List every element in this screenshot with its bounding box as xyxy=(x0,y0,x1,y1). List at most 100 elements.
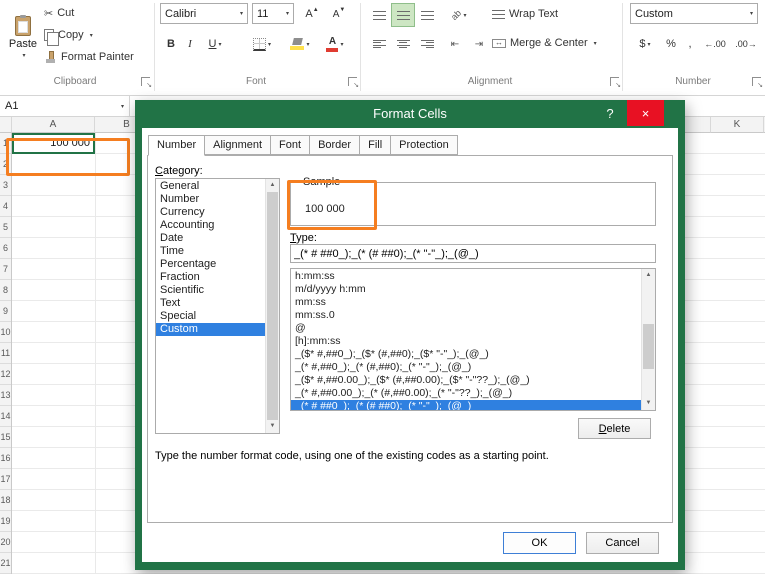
close-button[interactable]: × xyxy=(627,100,664,126)
top-align-button[interactable] xyxy=(368,4,390,26)
category-item[interactable]: Accounting xyxy=(156,219,265,232)
row-header[interactable]: 13 xyxy=(0,385,11,406)
category-item[interactable]: Number xyxy=(156,193,265,206)
row-header[interactable]: 6 xyxy=(0,238,11,259)
wrap-text-button[interactable]: Wrap Text xyxy=(492,4,558,24)
row-header[interactable]: 8 xyxy=(0,280,11,301)
format-code-list[interactable]: h:mm:ss m/d/yyyy h:mm mm:ss mm:ss.0 @ [h]:mm:… xyxy=(290,268,656,411)
row-header[interactable]: 16 xyxy=(0,448,11,469)
format-code-item[interactable]: mm:ss xyxy=(291,296,641,309)
format-code-item[interactable]: _($* #,##0.00_);_($* (#,##0.00);_($* "-"… xyxy=(291,374,641,387)
category-item[interactable]: Scientific xyxy=(156,284,265,297)
italic-button[interactable]: I xyxy=(182,33,198,55)
format-code-scrollbar[interactable]: ▲ ▼ xyxy=(641,269,655,410)
row-header[interactable]: 12 xyxy=(0,364,11,385)
scroll-up-icon[interactable]: ▲ xyxy=(266,179,279,192)
format-code-item[interactable]: _(* # ##0_);_(* (# ##0);_(* "-"_);_(@_) xyxy=(291,400,641,410)
category-item[interactable]: Currency xyxy=(156,206,265,219)
row-header[interactable]: 15 xyxy=(0,427,11,448)
tab-fill[interactable]: Fill xyxy=(359,135,392,155)
scroll-up-icon[interactable]: ▲ xyxy=(642,269,655,282)
font-color-button[interactable]: ▾ xyxy=(320,33,350,55)
row-header[interactable]: 21 xyxy=(0,553,11,574)
row-header[interactable]: 10 xyxy=(0,322,11,343)
bottom-align-button[interactable] xyxy=(416,4,438,26)
copy-button[interactable]: Copy ▾ xyxy=(44,25,93,46)
category-item[interactable]: Date xyxy=(156,232,265,245)
tab-border[interactable]: Border xyxy=(309,135,361,155)
row-header[interactable]: 7 xyxy=(0,259,11,280)
category-list[interactable]: General Number Currency Accounting Date Time P… xyxy=(155,178,280,434)
row-header[interactable]: 20 xyxy=(0,532,11,553)
scroll-down-icon[interactable]: ▼ xyxy=(266,420,279,433)
category-item[interactable]: General xyxy=(156,180,265,193)
merge-center-button[interactable]: Merge & Center ▾ xyxy=(492,33,597,53)
scroll-down-icon[interactable]: ▼ xyxy=(642,397,655,410)
borders-button[interactable]: ▾ xyxy=(246,33,278,55)
increase-indent-button[interactable]: ⇥ xyxy=(468,33,490,55)
category-item[interactable]: Percentage xyxy=(156,258,265,271)
format-code-item[interactable]: @ xyxy=(291,322,641,335)
column-header-a[interactable]: A xyxy=(12,117,95,133)
center-button[interactable] xyxy=(392,33,414,55)
accounting-format-button[interactable]: $ ▾ xyxy=(632,33,658,55)
underline-button[interactable]: U ▾ xyxy=(200,33,230,55)
tab-protection[interactable]: Protection xyxy=(390,135,458,155)
row-header[interactable]: 17 xyxy=(0,469,11,490)
name-box[interactable]: A1 ▾ xyxy=(0,96,130,116)
font-size-select[interactable]: 11 ▾ xyxy=(252,3,294,24)
align-right-button[interactable] xyxy=(416,33,438,55)
category-item[interactable]: Time xyxy=(156,245,265,258)
row-header[interactable]: 14 xyxy=(0,406,11,427)
paste-button[interactable]: Paste ▾ xyxy=(4,2,42,72)
alignment-dialog-launcher[interactable] xyxy=(610,77,621,89)
format-code-item[interactable]: _($* #,##0_);_($* (#,##0);_($* "-"_);_(@… xyxy=(291,348,641,361)
category-item[interactable]: Text xyxy=(156,297,265,310)
percent-style-button[interactable]: % xyxy=(662,33,680,55)
category-item[interactable]: Fraction xyxy=(156,271,265,284)
fill-color-button[interactable]: ▾ xyxy=(284,33,316,55)
row-header[interactable]: 19 xyxy=(0,511,11,532)
increase-decimal-button[interactable]: ←.00 xyxy=(700,33,730,55)
middle-align-button[interactable] xyxy=(391,3,415,27)
comma-style-button[interactable]: , xyxy=(682,33,698,55)
decrease-font-size-button[interactable]: A ▼ xyxy=(327,3,351,25)
format-code-item[interactable]: m/d/yyyy h:mm xyxy=(291,283,641,296)
font-name-select[interactable]: Calibri ▾ xyxy=(160,3,248,24)
row-header[interactable]: 4 xyxy=(0,196,11,217)
format-code-item[interactable]: h:mm:ss xyxy=(291,270,641,283)
cut-button[interactable]: ✂ Cut xyxy=(44,3,74,23)
row-header[interactable]: 5 xyxy=(0,217,11,238)
orientation-button[interactable]: ab ▾ xyxy=(444,4,474,26)
number-format-select[interactable]: Custom ▾ xyxy=(630,3,758,24)
align-left-button[interactable] xyxy=(368,33,390,55)
format-code-item[interactable]: _(* #,##0.00_);_(* (#,##0.00);_(* "-"??_… xyxy=(291,387,641,400)
font-dialog-launcher[interactable] xyxy=(348,77,359,89)
scrollbar-thumb[interactable] xyxy=(643,324,654,369)
category-scrollbar[interactable]: ▲ ▼ xyxy=(265,179,279,433)
category-item[interactable]: Special xyxy=(156,310,265,323)
type-input[interactable] xyxy=(290,244,656,263)
format-painter-button[interactable]: Format Painter xyxy=(44,47,134,67)
tab-number[interactable]: Number xyxy=(148,135,206,156)
row-header[interactable]: 9 xyxy=(0,301,11,322)
cancel-button[interactable]: Cancel xyxy=(586,532,659,554)
category-item[interactable]: Custom xyxy=(156,323,265,336)
format-code-item[interactable]: [h]:mm:ss xyxy=(291,335,641,348)
increase-font-size-button[interactable]: A ▲ xyxy=(300,3,324,25)
scrollbar-thumb[interactable] xyxy=(267,192,278,420)
tab-alignment[interactable]: Alignment xyxy=(204,135,272,155)
number-dialog-launcher[interactable] xyxy=(752,77,763,89)
help-button[interactable]: ? xyxy=(599,100,621,128)
format-code-item[interactable]: mm:ss.0 xyxy=(291,309,641,322)
select-all-corner[interactable] xyxy=(0,117,12,133)
clipboard-dialog-launcher[interactable] xyxy=(141,77,152,89)
row-header[interactable]: 11 xyxy=(0,343,11,364)
tab-font[interactable]: Font xyxy=(270,135,311,155)
ok-button[interactable]: OK xyxy=(503,532,576,554)
delete-button[interactable]: Delete xyxy=(578,418,651,439)
format-code-item[interactable]: _(* #,##0_);_(* (#,##0);_(* "-"_);_(@_) xyxy=(291,361,641,374)
column-header-k[interactable]: K xyxy=(710,117,764,133)
bold-button[interactable]: B xyxy=(162,33,180,55)
row-header[interactable]: 3 xyxy=(0,175,11,196)
